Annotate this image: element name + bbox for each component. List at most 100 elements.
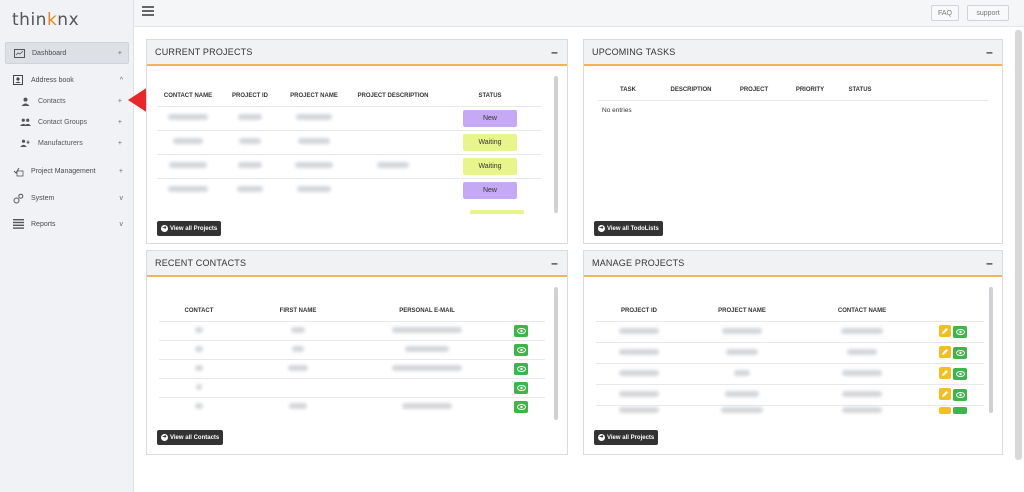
column-header[interactable]: PROJECT ID (219, 86, 281, 106)
status-badge: New (463, 181, 517, 199)
sidebar-item-address-book[interactable]: Address book ^ (5, 69, 129, 91)
edit-pencil-icon[interactable] (939, 325, 951, 337)
sidebar-item-reports[interactable]: Reports v (5, 213, 129, 235)
sidebar-item-label: Manufacturers (38, 139, 83, 147)
column-header[interactable]: PRIORITY (784, 80, 836, 100)
panel-header: UPCOMING TASKS – (584, 40, 1002, 66)
view-eye-icon[interactable] (514, 324, 528, 337)
panel-header: CURRENT PROJECTS – (147, 40, 567, 66)
view-all-contacts-button[interactable]: ➜ View all Contacts (157, 430, 224, 445)
edit-pencil-icon[interactable] (939, 367, 951, 379)
upcoming-tasks-table: TASK DESCRIPTION PROJECT PRIORITY STATUS (598, 80, 988, 101)
collapse-icon[interactable]: – (986, 45, 993, 59)
table-scrollbar[interactable] (554, 76, 558, 213)
column-header[interactable]: PROJECT NAME (281, 86, 347, 106)
tasks-icon (12, 165, 24, 177)
plus-icon: + (117, 49, 122, 57)
view-all-todolists-button[interactable]: ➜ View all TodoLists (594, 221, 663, 236)
sidebar-item-contact-groups[interactable]: Contact Groups + (20, 113, 129, 131)
table-row[interactable]: New (157, 105, 541, 130)
upcoming-tasks-panel: UPCOMING TASKS – TASK DESCRIPTION PROJEC… (583, 39, 1003, 244)
column-header[interactable]: PROJECT ID (596, 301, 682, 321)
table-row-partial (157, 207, 541, 214)
view-eye-icon[interactable] (514, 400, 528, 413)
table-row[interactable] (596, 404, 984, 417)
view-eye-icon[interactable] (953, 368, 967, 380)
edit-pencil-icon[interactable] (939, 406, 951, 414)
table-row[interactable] (596, 320, 984, 342)
collapse-icon[interactable]: – (986, 256, 993, 270)
collapse-icon[interactable]: – (551, 256, 558, 270)
column-header[interactable]: CONTACT NAME (157, 86, 219, 106)
empty-message: No entries (602, 107, 632, 114)
view-eye-icon[interactable] (953, 347, 967, 359)
table-scrollbar[interactable] (989, 287, 993, 413)
edit-pencil-icon[interactable] (939, 388, 951, 400)
plus-icon: + (117, 97, 122, 105)
view-eye-icon[interactable] (953, 389, 967, 401)
table-row[interactable] (596, 341, 984, 363)
panel-header: RECENT CONTACTS – (147, 251, 567, 277)
view-eye-icon[interactable] (514, 343, 528, 356)
app-logo[interactable]: thinknx (12, 10, 79, 30)
sidebar-item-manufacturers[interactable]: Manufacturers + (20, 134, 129, 152)
sidebar-item-dashboard[interactable]: Dashboard + (5, 42, 129, 64)
sidebar: thinknx Dashboard + Address book ^ Conta… (0, 0, 134, 492)
table-row[interactable] (159, 377, 545, 397)
column-header[interactable]: CONTACT NAME (802, 301, 922, 321)
column-header[interactable]: STATUS (836, 80, 884, 100)
arrow-right-icon: ➜ (161, 225, 168, 232)
menu-icon[interactable] (142, 6, 154, 18)
view-eye-icon[interactable] (953, 406, 967, 414)
view-all-projects-button[interactable]: ➜ View all Projects (594, 430, 659, 445)
sidebar-item-system[interactable]: System v (5, 187, 129, 209)
table-row[interactable] (159, 320, 545, 340)
sidebar-item-label: Project Management (31, 167, 96, 175)
panel-header: MANAGE PROJECTS – (584, 251, 1002, 277)
manage-projects-panel: MANAGE PROJECTS – PROJECT ID PROJECT NAM… (583, 250, 1003, 455)
table-row[interactable]: Waiting (157, 153, 541, 178)
column-header[interactable]: TASK (598, 80, 658, 100)
table-scrollbar[interactable] (554, 287, 558, 420)
table-row[interactable] (596, 362, 984, 384)
view-eye-icon[interactable] (514, 362, 528, 375)
sidebar-item-project-management[interactable]: Project Management + (5, 160, 129, 182)
sidebar-item-label: Contact Groups (38, 118, 88, 126)
support-button[interactable]: support (967, 5, 1009, 21)
column-header[interactable]: CONTACT (159, 301, 239, 321)
manage-projects-table: PROJECT ID PROJECT NAME CONTACT NAME (596, 301, 984, 417)
edit-pencil-icon[interactable] (939, 346, 951, 358)
column-header[interactable]: PROJECT (724, 80, 784, 100)
view-eye-icon[interactable] (953, 326, 967, 338)
group-icon (20, 118, 31, 126)
column-header[interactable]: PERSONAL E-MAIL (357, 301, 497, 321)
column-header[interactable]: FIRST NAME (239, 301, 357, 321)
sidebar-item-contacts[interactable]: Contacts + (20, 92, 129, 110)
plus-icon: + (118, 167, 123, 175)
table-row[interactable]: Waiting (157, 129, 541, 154)
current-projects-table: CONTACT NAME PROJECT ID PROJECT NAME PRO… (157, 86, 541, 202)
panel-title: UPCOMING TASKS (592, 47, 676, 57)
address-book-icon (12, 74, 24, 86)
page-scrollbar[interactable] (1015, 30, 1022, 460)
column-header[interactable]: PROJECT DESCRIPTION (347, 86, 439, 106)
dashboard-icon (13, 47, 25, 59)
table-row[interactable] (159, 396, 545, 416)
arrow-right-icon: ➜ (598, 434, 605, 441)
column-header[interactable]: PROJECT NAME (682, 301, 802, 321)
table-row[interactable] (159, 358, 545, 378)
sidebar-item-label: Address book (31, 76, 74, 84)
column-header[interactable]: DESCRIPTION (658, 80, 724, 100)
view-eye-icon[interactable] (514, 381, 528, 394)
panel-title: RECENT CONTACTS (155, 258, 247, 268)
table-row[interactable]: New (157, 177, 541, 202)
plus-icon: + (117, 118, 122, 126)
view-all-projects-button[interactable]: ➜ View all Projects (157, 221, 222, 236)
chevron-up-icon: ^ (119, 76, 123, 84)
faq-button[interactable]: FAQ (931, 5, 959, 21)
table-row[interactable] (159, 339, 545, 359)
table-row[interactable] (596, 383, 984, 405)
collapse-icon[interactable]: – (551, 45, 558, 59)
column-header[interactable]: STATUS (439, 86, 541, 106)
person-icon (20, 97, 31, 106)
